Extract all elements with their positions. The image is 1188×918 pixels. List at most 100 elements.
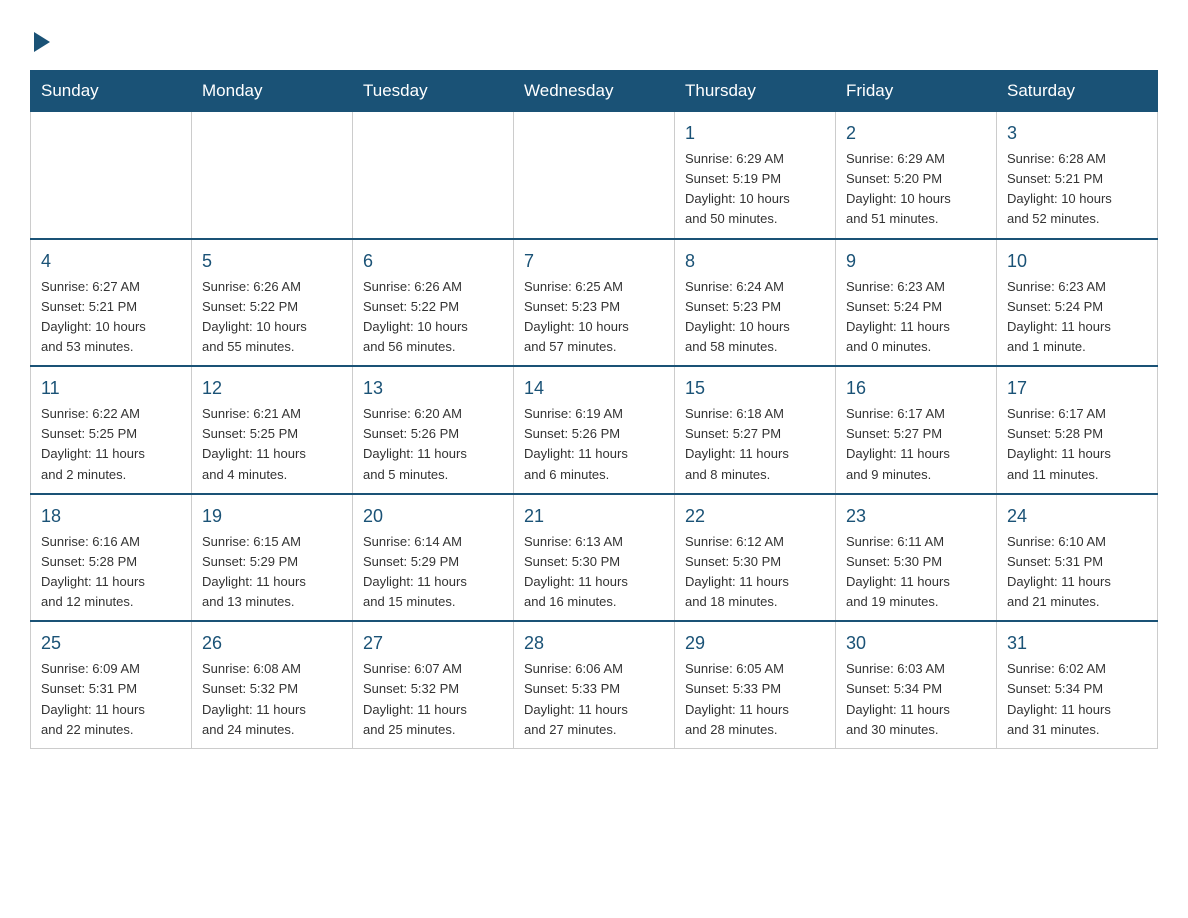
calendar-cell [514, 112, 675, 239]
logo-triangle-icon [34, 32, 50, 52]
day-info: Sunrise: 6:02 AMSunset: 5:34 PMDaylight:… [1007, 659, 1147, 740]
day-number: 28 [524, 630, 664, 657]
day-info: Sunrise: 6:25 AMSunset: 5:23 PMDaylight:… [524, 277, 664, 358]
day-info: Sunrise: 6:15 AMSunset: 5:29 PMDaylight:… [202, 532, 342, 613]
calendar-cell: 28Sunrise: 6:06 AMSunset: 5:33 PMDayligh… [514, 621, 675, 748]
day-number: 22 [685, 503, 825, 530]
calendar-cell [353, 112, 514, 239]
day-info: Sunrise: 6:11 AMSunset: 5:30 PMDaylight:… [846, 532, 986, 613]
day-number: 13 [363, 375, 503, 402]
day-info: Sunrise: 6:26 AMSunset: 5:22 PMDaylight:… [202, 277, 342, 358]
calendar-cell: 26Sunrise: 6:08 AMSunset: 5:32 PMDayligh… [192, 621, 353, 748]
day-number: 29 [685, 630, 825, 657]
day-number: 18 [41, 503, 181, 530]
calendar-cell: 1Sunrise: 6:29 AMSunset: 5:19 PMDaylight… [675, 112, 836, 239]
day-number: 24 [1007, 503, 1147, 530]
calendar-cell: 25Sunrise: 6:09 AMSunset: 5:31 PMDayligh… [31, 621, 192, 748]
day-info: Sunrise: 6:27 AMSunset: 5:21 PMDaylight:… [41, 277, 181, 358]
day-number: 11 [41, 375, 181, 402]
day-info: Sunrise: 6:09 AMSunset: 5:31 PMDaylight:… [41, 659, 181, 740]
day-info: Sunrise: 6:05 AMSunset: 5:33 PMDaylight:… [685, 659, 825, 740]
calendar-week-row: 11Sunrise: 6:22 AMSunset: 5:25 PMDayligh… [31, 366, 1158, 494]
calendar-cell: 19Sunrise: 6:15 AMSunset: 5:29 PMDayligh… [192, 494, 353, 622]
column-header-friday: Friday [836, 71, 997, 112]
day-info: Sunrise: 6:28 AMSunset: 5:21 PMDaylight:… [1007, 149, 1147, 230]
calendar-cell: 20Sunrise: 6:14 AMSunset: 5:29 PMDayligh… [353, 494, 514, 622]
column-header-thursday: Thursday [675, 71, 836, 112]
day-number: 30 [846, 630, 986, 657]
calendar-cell: 4Sunrise: 6:27 AMSunset: 5:21 PMDaylight… [31, 239, 192, 367]
calendar-cell: 8Sunrise: 6:24 AMSunset: 5:23 PMDaylight… [675, 239, 836, 367]
page-header [30, 24, 1158, 52]
calendar-cell: 13Sunrise: 6:20 AMSunset: 5:26 PMDayligh… [353, 366, 514, 494]
day-info: Sunrise: 6:20 AMSunset: 5:26 PMDaylight:… [363, 404, 503, 485]
day-info: Sunrise: 6:07 AMSunset: 5:32 PMDaylight:… [363, 659, 503, 740]
day-number: 16 [846, 375, 986, 402]
day-number: 7 [524, 248, 664, 275]
calendar-week-row: 18Sunrise: 6:16 AMSunset: 5:28 PMDayligh… [31, 494, 1158, 622]
logo [30, 24, 50, 52]
day-info: Sunrise: 6:14 AMSunset: 5:29 PMDaylight:… [363, 532, 503, 613]
day-number: 8 [685, 248, 825, 275]
calendar-cell: 2Sunrise: 6:29 AMSunset: 5:20 PMDaylight… [836, 112, 997, 239]
day-info: Sunrise: 6:23 AMSunset: 5:24 PMDaylight:… [846, 277, 986, 358]
day-info: Sunrise: 6:10 AMSunset: 5:31 PMDaylight:… [1007, 532, 1147, 613]
day-number: 26 [202, 630, 342, 657]
day-info: Sunrise: 6:18 AMSunset: 5:27 PMDaylight:… [685, 404, 825, 485]
day-number: 4 [41, 248, 181, 275]
calendar-cell: 5Sunrise: 6:26 AMSunset: 5:22 PMDaylight… [192, 239, 353, 367]
day-number: 23 [846, 503, 986, 530]
day-info: Sunrise: 6:17 AMSunset: 5:28 PMDaylight:… [1007, 404, 1147, 485]
day-number: 6 [363, 248, 503, 275]
calendar-cell: 30Sunrise: 6:03 AMSunset: 5:34 PMDayligh… [836, 621, 997, 748]
calendar-cell: 22Sunrise: 6:12 AMSunset: 5:30 PMDayligh… [675, 494, 836, 622]
day-info: Sunrise: 6:29 AMSunset: 5:20 PMDaylight:… [846, 149, 986, 230]
day-number: 9 [846, 248, 986, 275]
day-info: Sunrise: 6:22 AMSunset: 5:25 PMDaylight:… [41, 404, 181, 485]
day-number: 10 [1007, 248, 1147, 275]
calendar-week-row: 25Sunrise: 6:09 AMSunset: 5:31 PMDayligh… [31, 621, 1158, 748]
day-number: 19 [202, 503, 342, 530]
day-number: 27 [363, 630, 503, 657]
day-info: Sunrise: 6:21 AMSunset: 5:25 PMDaylight:… [202, 404, 342, 485]
calendar-cell: 15Sunrise: 6:18 AMSunset: 5:27 PMDayligh… [675, 366, 836, 494]
day-info: Sunrise: 6:16 AMSunset: 5:28 PMDaylight:… [41, 532, 181, 613]
day-info: Sunrise: 6:17 AMSunset: 5:27 PMDaylight:… [846, 404, 986, 485]
day-number: 21 [524, 503, 664, 530]
day-info: Sunrise: 6:24 AMSunset: 5:23 PMDaylight:… [685, 277, 825, 358]
column-header-tuesday: Tuesday [353, 71, 514, 112]
calendar-cell: 29Sunrise: 6:05 AMSunset: 5:33 PMDayligh… [675, 621, 836, 748]
calendar-cell: 23Sunrise: 6:11 AMSunset: 5:30 PMDayligh… [836, 494, 997, 622]
column-header-sunday: Sunday [31, 71, 192, 112]
calendar-cell: 17Sunrise: 6:17 AMSunset: 5:28 PMDayligh… [997, 366, 1158, 494]
calendar-header-row: SundayMondayTuesdayWednesdayThursdayFrid… [31, 71, 1158, 112]
day-info: Sunrise: 6:26 AMSunset: 5:22 PMDaylight:… [363, 277, 503, 358]
calendar-cell: 6Sunrise: 6:26 AMSunset: 5:22 PMDaylight… [353, 239, 514, 367]
day-info: Sunrise: 6:12 AMSunset: 5:30 PMDaylight:… [685, 532, 825, 613]
calendar-cell: 14Sunrise: 6:19 AMSunset: 5:26 PMDayligh… [514, 366, 675, 494]
day-number: 20 [363, 503, 503, 530]
calendar-week-row: 4Sunrise: 6:27 AMSunset: 5:21 PMDaylight… [31, 239, 1158, 367]
calendar-cell: 9Sunrise: 6:23 AMSunset: 5:24 PMDaylight… [836, 239, 997, 367]
calendar-cell: 16Sunrise: 6:17 AMSunset: 5:27 PMDayligh… [836, 366, 997, 494]
day-number: 3 [1007, 120, 1147, 147]
day-info: Sunrise: 6:03 AMSunset: 5:34 PMDaylight:… [846, 659, 986, 740]
calendar-cell: 12Sunrise: 6:21 AMSunset: 5:25 PMDayligh… [192, 366, 353, 494]
day-number: 2 [846, 120, 986, 147]
calendar-cell: 27Sunrise: 6:07 AMSunset: 5:32 PMDayligh… [353, 621, 514, 748]
calendar-cell: 7Sunrise: 6:25 AMSunset: 5:23 PMDaylight… [514, 239, 675, 367]
column-header-monday: Monday [192, 71, 353, 112]
calendar-week-row: 1Sunrise: 6:29 AMSunset: 5:19 PMDaylight… [31, 112, 1158, 239]
day-info: Sunrise: 6:23 AMSunset: 5:24 PMDaylight:… [1007, 277, 1147, 358]
day-number: 25 [41, 630, 181, 657]
calendar-cell: 18Sunrise: 6:16 AMSunset: 5:28 PMDayligh… [31, 494, 192, 622]
day-info: Sunrise: 6:29 AMSunset: 5:19 PMDaylight:… [685, 149, 825, 230]
day-number: 17 [1007, 375, 1147, 402]
calendar-cell: 21Sunrise: 6:13 AMSunset: 5:30 PMDayligh… [514, 494, 675, 622]
calendar-cell: 24Sunrise: 6:10 AMSunset: 5:31 PMDayligh… [997, 494, 1158, 622]
day-number: 5 [202, 248, 342, 275]
calendar-cell: 10Sunrise: 6:23 AMSunset: 5:24 PMDayligh… [997, 239, 1158, 367]
calendar-cell [192, 112, 353, 239]
calendar-table: SundayMondayTuesdayWednesdayThursdayFrid… [30, 70, 1158, 749]
day-info: Sunrise: 6:08 AMSunset: 5:32 PMDaylight:… [202, 659, 342, 740]
